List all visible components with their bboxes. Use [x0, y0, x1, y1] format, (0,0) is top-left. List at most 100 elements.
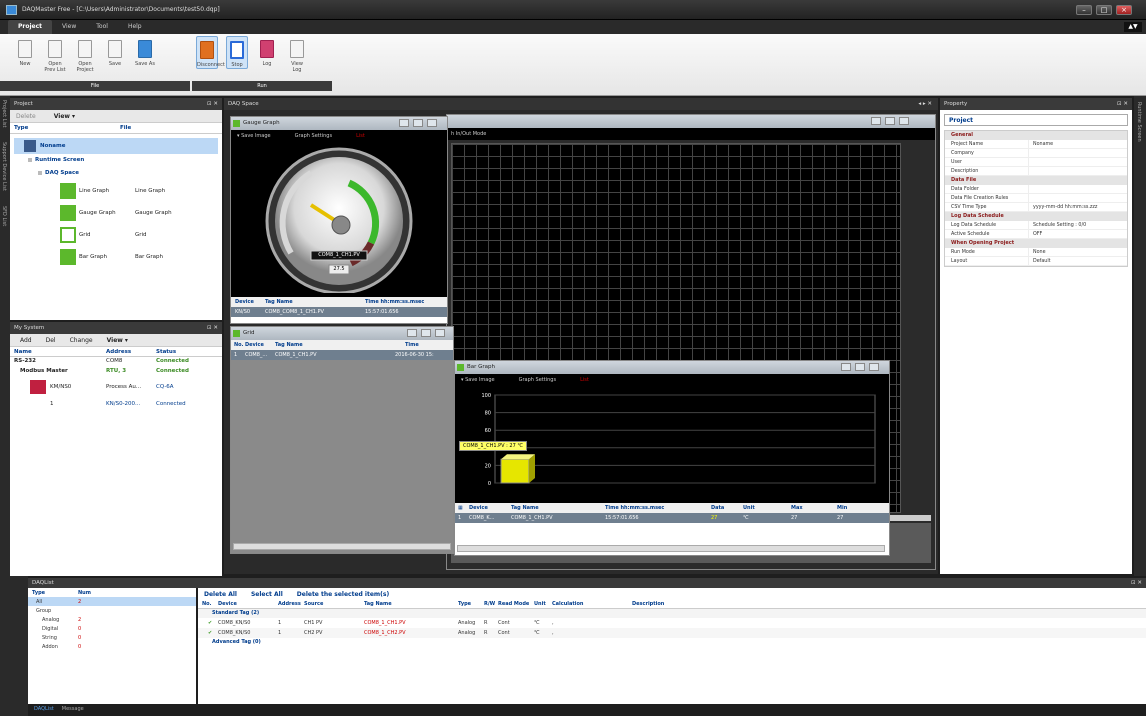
- disconnect-button[interactable]: Disconnect: [196, 36, 225, 69]
- daqlist-type-row[interactable]: Digital 0: [28, 624, 196, 633]
- standard-tag-group[interactable]: Standard Tag (2): [198, 609, 1146, 618]
- daqlist-type-row[interactable]: Analog 2: [28, 615, 196, 624]
- property-row[interactable]: Active Schedule OFF: [945, 229, 1127, 239]
- mysystem-change-button[interactable]: Change: [70, 334, 93, 347]
- bar-save-image-button[interactable]: ▾ Save Image: [461, 374, 495, 386]
- grid-window[interactable]: Grid No. Device Tag Name Time 1 COM8_... COM8…: [230, 326, 454, 554]
- side-tab-sfd-list[interactable]: SFD List: [1, 206, 7, 226]
- daqlist-column-header[interactable]: Address: [278, 601, 304, 607]
- view-log-button[interactable]: View Log: [286, 36, 308, 73]
- daqlist-row[interactable]: ✔ COM8_KN/S0 1 CH1 PV COM8_1_CH1.PV Analog R Co…: [198, 618, 1146, 628]
- ribbon-toggle-icon[interactable]: ▲▼: [1124, 22, 1142, 32]
- window-close-icon[interactable]: [435, 329, 445, 337]
- system-row-modbus[interactable]: Modbus Master RTU, 3 Connected: [10, 366, 222, 376]
- tree-daq-space[interactable]: DAQ Space: [10, 167, 222, 180]
- window-maximize-icon[interactable]: [885, 117, 895, 125]
- daqlist-type-row[interactable]: String 0: [28, 633, 196, 642]
- bar-settings-button[interactable]: Graph Settings: [519, 374, 556, 386]
- daqlist-column-header[interactable]: Source: [304, 601, 364, 607]
- property-row[interactable]: CSV Time Type yyyy-mm-dd hh:mm:ss.zzz: [945, 202, 1127, 212]
- mysystem-add-button[interactable]: Add: [20, 334, 32, 347]
- daqlist-column-header[interactable]: Read Mode: [498, 601, 534, 607]
- window-close-icon[interactable]: [869, 363, 879, 371]
- window-minimize-icon[interactable]: [871, 117, 881, 125]
- project-delete-button[interactable]: Delete: [16, 110, 36, 123]
- bar-graph-window[interactable]: Bar Graph ▾ Save Image Graph Settings Li…: [454, 360, 890, 556]
- bar-list-button[interactable]: List: [580, 374, 589, 386]
- bar-table-row[interactable]: 1 COM8_K... COM8_1_CH1.PV 15:57:01.656 2…: [455, 513, 889, 523]
- tree-item-grid[interactable]: Grid Grid: [10, 224, 222, 246]
- daqlist-column-header[interactable]: Tag Name: [364, 601, 458, 607]
- tree-root-noname[interactable]: Noname: [14, 138, 218, 154]
- daqlist-column-header[interactable]: Calculation: [552, 601, 632, 607]
- daqlist-column-header[interactable]: Device: [218, 601, 278, 607]
- bar-table: ▦ Device Tag Name Time hh:mm:ss.msec Dat…: [455, 503, 889, 555]
- gauge-graph-window[interactable]: Gauge Graph ▾ Save Image Graph Settings …: [230, 116, 448, 324]
- side-tab-support-device-list[interactable]: Support Device List: [1, 142, 7, 191]
- panel-pin-close-icon[interactable]: ⊡ ✕: [1131, 578, 1142, 588]
- menu-view[interactable]: View: [52, 20, 86, 34]
- delete-all-button[interactable]: Delete All: [204, 591, 237, 598]
- bar-table-scrollbar[interactable]: [457, 545, 885, 552]
- side-tab-runtime-screen[interactable]: Runtime Screen: [1136, 102, 1142, 142]
- tab-daqlist[interactable]: DAQList: [34, 706, 54, 712]
- daqlist-type-row[interactable]: Addon 0: [28, 642, 196, 651]
- property-row[interactable]: Layout Default: [945, 256, 1127, 266]
- minimize-button[interactable]: –: [1076, 5, 1092, 15]
- daqlist-column-header[interactable]: Unit: [534, 601, 552, 607]
- window-maximize-icon[interactable]: [413, 119, 423, 127]
- delete-selected-button[interactable]: Delete the selected item(s): [297, 591, 389, 598]
- tree-runtime-screen[interactable]: Runtime Screen: [10, 154, 222, 167]
- daqlist-column-header[interactable]: Type: [458, 601, 484, 607]
- new-button[interactable]: New: [14, 36, 36, 67]
- advanced-tag-group[interactable]: Advanced Tag (0): [198, 638, 1146, 647]
- open-prev-list-button[interactable]: Open Prev List: [44, 36, 66, 73]
- daqlist-row[interactable]: ✔ COM8_KN/S0 1 CH2 PV COM8_1_CH2.PV Analog R Co…: [198, 628, 1146, 638]
- gauge-settings-button[interactable]: Graph Settings: [295, 130, 332, 142]
- daqlist-type-row[interactable]: All 2: [28, 597, 196, 606]
- log-button[interactable]: Log: [256, 36, 278, 67]
- open-project-button[interactable]: Open Project: [74, 36, 96, 73]
- window-minimize-icon[interactable]: [407, 329, 417, 337]
- save-button[interactable]: Save: [104, 36, 126, 67]
- panel-pin-close-icon[interactable]: ⊡ ✕: [207, 98, 218, 110]
- stop-button[interactable]: Stop: [226, 36, 248, 69]
- save-as-button[interactable]: Save As: [134, 36, 156, 67]
- window-maximize-icon[interactable]: [855, 363, 865, 371]
- mysystem-del-button[interactable]: Del: [46, 334, 56, 347]
- window-close-icon[interactable]: [899, 117, 909, 125]
- window-minimize-icon[interactable]: [841, 363, 851, 371]
- gauge-table-row[interactable]: KN/S0 COM8_COM8_1_CH1.PV 15:57:01.656: [231, 307, 447, 317]
- menu-help[interactable]: Help: [118, 20, 152, 34]
- panel-pin-close-icon[interactable]: ⊡ ✕: [1117, 98, 1128, 110]
- window-minimize-icon[interactable]: [399, 119, 409, 127]
- menu-project[interactable]: Project: [8, 20, 53, 34]
- tree-item-gauge-graph[interactable]: Gauge Graph Gauge Graph: [10, 202, 222, 224]
- window-close-icon[interactable]: [427, 119, 437, 127]
- grid-table-row[interactable]: 1 COM8_... COM8_1_CH1.PV 2016-06-30 15:: [231, 350, 453, 360]
- tree-item-line-graph[interactable]: Line Graph Line Graph: [10, 180, 222, 202]
- system-row-device[interactable]: KM/NS0 Process Au... CQ-6A: [10, 376, 222, 398]
- tree-item-bar-graph[interactable]: Bar Graph Bar Graph: [10, 246, 222, 268]
- maximize-button[interactable]: □: [1096, 5, 1112, 15]
- close-button[interactable]: ×: [1116, 5, 1132, 15]
- daqlist-column-header[interactable]: Description: [632, 601, 692, 607]
- window-maximize-icon[interactable]: [421, 329, 431, 337]
- select-all-button[interactable]: Select All: [251, 591, 283, 598]
- side-tab-project-list[interactable]: Project List: [1, 100, 7, 127]
- gauge-list-button[interactable]: List: [356, 130, 365, 142]
- system-row-channel[interactable]: 1 KN/S0-200... Connected: [10, 398, 222, 410]
- property-row[interactable]: Description: [945, 166, 1127, 176]
- property-object-selector[interactable]: Project: [944, 114, 1128, 126]
- grid-scrollbar[interactable]: [233, 543, 451, 550]
- daqlist-type-row[interactable]: Group: [28, 606, 196, 615]
- mysystem-view-menu[interactable]: View ▾: [107, 334, 128, 347]
- daqlist-column-header[interactable]: No.: [198, 601, 218, 607]
- menu-tool[interactable]: Tool: [86, 20, 118, 34]
- project-view-menu[interactable]: View ▾: [54, 110, 75, 123]
- panel-pin-close-icon[interactable]: ⊡ ✕: [207, 322, 218, 334]
- daq-space-nav-icon[interactable]: ◂ ▸ ✕: [918, 98, 932, 110]
- tab-message[interactable]: Message: [62, 706, 84, 712]
- gauge-save-image-button[interactable]: ▾ Save Image: [237, 130, 271, 142]
- daqlist-column-header[interactable]: R/W: [484, 601, 498, 607]
